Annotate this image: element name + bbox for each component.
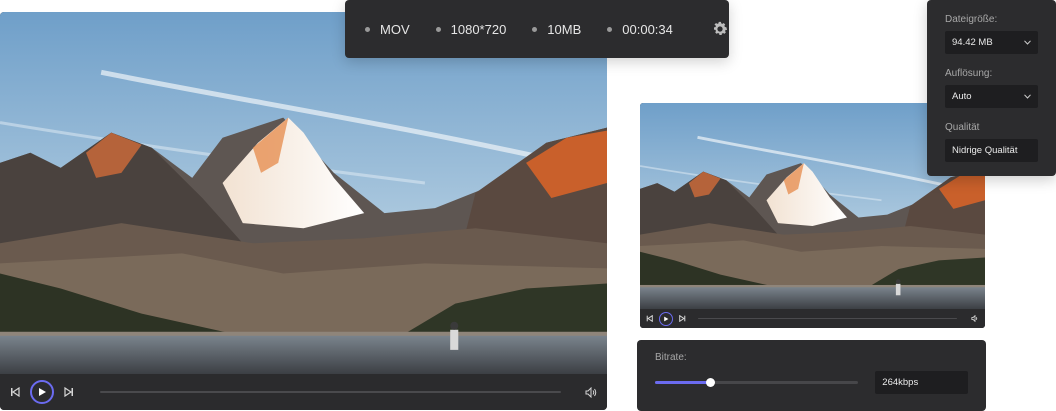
file-size-select[interactable]: 94.42 MB [945,31,1038,54]
resolution-info: 1080*720 [435,22,506,37]
volume-icon[interactable] [971,315,979,322]
chevron-down-icon [1024,40,1031,45]
resolution-select[interactable]: Auto [945,85,1038,108]
player-controls [0,374,607,410]
gear-icon[interactable] [711,20,729,38]
volume-icon[interactable] [585,386,597,398]
play-button[interactable] [659,311,673,326]
play-button[interactable] [30,380,54,404]
slider-handle[interactable] [705,378,715,387]
skip-forward-icon[interactable] [64,387,74,397]
bitrate-slider[interactable] [655,378,859,387]
progress-bar[interactable] [100,391,561,393]
export-settings-panel: Dateigröße: 94.42 MB Auflösung: Auto Qua… [927,0,1056,176]
main-video-player[interactable] [0,12,607,410]
bitrate-value-field[interactable]: 264kbps [875,371,968,394]
bitrate-label: Bitrate: [655,352,687,363]
preview-progress-bar[interactable] [698,318,957,319]
duration-info: 00:00:34 [607,22,673,37]
size-info: 10MB [532,22,581,37]
quality-label: Qualität [945,122,980,133]
play-icon [39,388,46,396]
preview-controls [640,309,985,328]
bitrate-panel: Bitrate: 264kbps [637,340,986,411]
skip-back-icon[interactable] [10,387,20,397]
resolution-label: Auflösung: [945,68,993,79]
skip-forward-icon[interactable] [679,315,686,322]
format-info: MOV [365,22,410,37]
file-size-label: Dateigröße: [945,14,998,25]
play-icon [664,316,669,321]
slider-fill [655,381,710,384]
skip-back-icon[interactable] [646,315,653,322]
quality-select[interactable]: Nidrige Qualität [945,139,1038,162]
video-info-bar: MOV 1080*720 10MB 00:00:34 [345,0,729,58]
chevron-down-icon [1024,94,1031,99]
video-frame [0,12,607,374]
